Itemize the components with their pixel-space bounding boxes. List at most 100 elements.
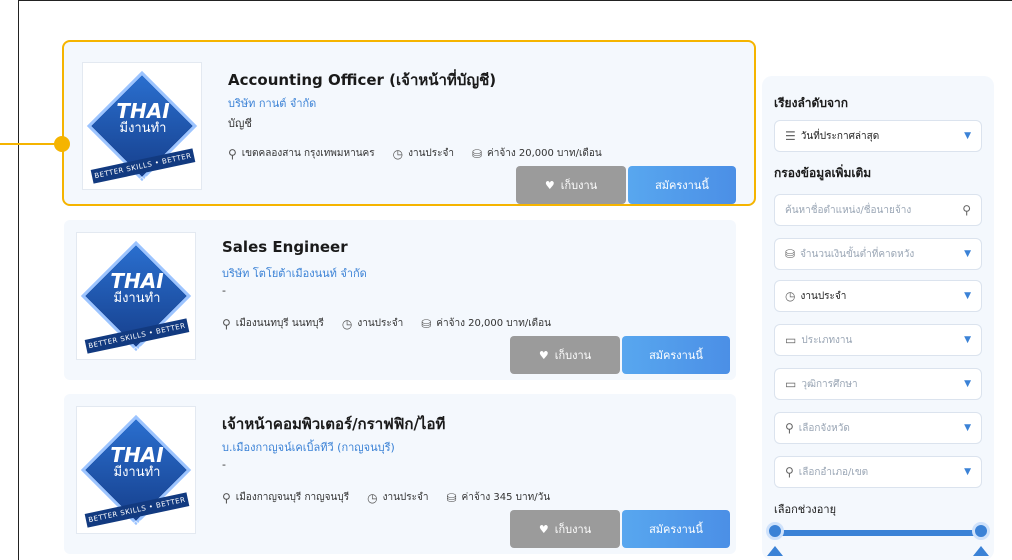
job-card[interactable]: THAI มีงานทำ BETTER SKILLS • BETTER JOBS… <box>62 40 756 206</box>
clock-icon: ◷ <box>785 289 796 303</box>
chevron-down-icon: ▼ <box>964 335 971 345</box>
apply-job-button[interactable]: สมัครงานนี้ <box>622 336 730 374</box>
chevron-down-icon: ▼ <box>964 131 971 141</box>
heart-icon: ♥ <box>538 348 549 362</box>
job-card[interactable]: THAI มีงานทำ BETTER SKILLS • BETTER JOBS… <box>64 394 736 554</box>
search-icon: ⚲ <box>962 203 971 217</box>
company-name[interactable]: บ.เมืองกาญจน์เคเบิ้ลทีวี (กาญจนบุรี) <box>222 438 395 456</box>
heart-icon: ♥ <box>544 178 555 192</box>
company-logo: THAI มีงานทำ BETTER SKILLS • BETTER JOBS <box>82 62 202 190</box>
job-category-placeholder: ประเภทงาน <box>801 334 853 346</box>
logo-line1: THAI <box>116 99 170 123</box>
job-meta: ⚲ เมืองกาญจนบุรี กาญจนบุรี ◷ งานประจำ ⛁ … <box>222 490 550 505</box>
frame-border-left <box>18 0 19 560</box>
money-icon: ⛁ <box>421 316 432 331</box>
logo-line2: มีงานทำ <box>119 121 167 136</box>
job-type-select[interactable]: ◷ งานประจำ ▼ <box>774 280 982 312</box>
money-icon: ⛁ <box>785 247 796 261</box>
age-range-min-marker <box>767 546 783 556</box>
age-range-label: เลือกช่วงอายุ <box>774 503 837 516</box>
company-name[interactable]: บริษัท โตโยต้าเมืองนนท์ จำกัด <box>222 264 367 282</box>
job-title[interactable]: เจ้าหน้าคอมพิวเตอร์/กราฟฟิก/ไอที <box>222 412 445 436</box>
filter-sidebar: เรียงลำดับจาก ☰ วันที่ประกาศล่าสุด ▼ กรอ… <box>762 76 994 560</box>
job-location: เมืองกาญจนบุรี กาญจนบุรี <box>235 492 350 503</box>
apply-job-button[interactable]: สมัครงานนี้ <box>628 166 736 204</box>
job-location: เมืองนนทบุรี นนทบุรี <box>235 318 324 329</box>
save-job-label: เก็บงาน <box>554 523 592 536</box>
job-salary: ค่าจ้าง 345 บาท/วัน <box>461 492 551 503</box>
sort-icon: ☰ <box>785 129 796 143</box>
sort-value: วันที่ประกาศล่าสุด <box>800 130 880 142</box>
location-pin-icon: ⚲ <box>228 146 237 161</box>
district-select[interactable]: ⚲ เลือกอำเภอ/เขต ▼ <box>774 456 982 488</box>
company-logo: THAI มีงานทำ BETTER SKILLS • BETTER JOBS <box>76 232 196 360</box>
district-placeholder: เลือกอำเภอ/เขต <box>798 466 869 478</box>
province-select[interactable]: ⚲ เลือกจังหวัด ▼ <box>774 412 982 444</box>
sort-select[interactable]: ☰ วันที่ประกาศล่าสุด ▼ <box>774 120 982 152</box>
frame-border-top <box>18 0 1012 1</box>
salary-placeholder: จำนวนเงินขั้นต่ำที่คาดหวัง <box>800 248 915 260</box>
job-type: งานประจำ <box>357 318 404 329</box>
location-pin-icon: ⚲ <box>785 465 794 479</box>
clock-icon: ◷ <box>367 490 378 505</box>
money-icon: ⛁ <box>471 146 483 161</box>
search-input[interactable]: ค้นหาชื่อตำแหน่ง/ชื่อนายจ้าง ⚲ <box>774 194 982 226</box>
apply-job-button[interactable]: สมัครงานนี้ <box>622 510 730 548</box>
logo-text: THAI มีงานทำ <box>77 445 197 480</box>
chevron-down-icon: ▼ <box>964 423 971 433</box>
job-type: งานประจำ <box>408 148 454 159</box>
job-category: - <box>222 284 226 297</box>
money-icon: ⛁ <box>446 490 457 505</box>
briefcase-icon: ▭ <box>785 333 797 347</box>
callout-line <box>0 143 62 145</box>
age-range-max-marker <box>973 546 989 556</box>
job-card-inner: THAI มีงานทำ BETTER SKILLS • BETTER JOBS… <box>66 394 738 548</box>
clock-icon: ◷ <box>341 316 353 331</box>
job-category: บัญชี <box>228 117 252 130</box>
filter-label: กรองข้อมูลเพิ่มเติม <box>774 166 872 180</box>
save-job-button[interactable]: ♥ เก็บงาน <box>510 336 620 374</box>
education-select[interactable]: ▭ วุฒิการศึกษา ▼ <box>774 368 982 400</box>
save-job-label: เก็บงาน <box>560 179 598 192</box>
job-meta: ⚲ เมืองนนทบุรี นนทบุรี ◷ งานประจำ ⛁ ค่าจ… <box>222 316 551 331</box>
chevron-down-icon: ▼ <box>964 379 971 389</box>
job-meta: ⚲ เขตคลองสาน กรุงเทพมหานคร ◷ งานประจำ ⛁ … <box>228 146 602 161</box>
job-category-select[interactable]: ▭ ประเภทงาน ▼ <box>774 324 982 356</box>
clock-icon: ◷ <box>392 146 404 161</box>
company-name[interactable]: บริษัท กานต์ จำกัด <box>228 94 316 112</box>
logo-text: THAI มีงานทำ <box>77 271 197 306</box>
salary-select[interactable]: ⛁ จำนวนเงินขั้นต่ำที่คาดหวัง ▼ <box>774 238 982 270</box>
sort-label: เรียงลำดับจาก <box>774 96 848 110</box>
apply-job-label: สมัครงานนี้ <box>649 523 703 536</box>
chevron-down-icon: ▼ <box>964 467 971 477</box>
location-pin-icon: ⚲ <box>222 316 231 331</box>
education-placeholder: วุฒิการศึกษา <box>801 378 858 390</box>
save-job-button[interactable]: ♥ เก็บงาน <box>516 166 626 204</box>
job-salary: ค่าจ้าง 20,000 บาท/เดือน <box>436 318 551 329</box>
logo-line2: มีงานทำ <box>113 291 161 306</box>
age-range-max-handle[interactable] <box>972 522 990 540</box>
job-title[interactable]: Sales Engineer <box>222 238 348 256</box>
chevron-down-icon: ▼ <box>964 291 971 301</box>
job-card-inner: THAI มีงานทำ BETTER SKILLS • BETTER JOBS… <box>66 220 738 374</box>
job-card-inner: THAI มีงานทำ BETTER SKILLS • BETTER JOBS… <box>72 50 744 204</box>
logo-line2: มีงานทำ <box>113 465 161 480</box>
age-range-track[interactable] <box>774 530 984 536</box>
search-placeholder: ค้นหาชื่อตำแหน่ง/ชื่อนายจ้าง <box>785 204 912 216</box>
logo-line1: THAI <box>110 269 164 293</box>
job-category: - <box>222 458 226 471</box>
job-salary: ค่าจ้าง 20,000 บาท/เดือน <box>487 148 602 159</box>
job-card[interactable]: THAI มีงานทำ BETTER SKILLS • BETTER JOBS… <box>64 220 736 380</box>
save-job-button[interactable]: ♥ เก็บงาน <box>510 510 620 548</box>
job-title[interactable]: Accounting Officer (เจ้าหน้าที่บัญชี) <box>228 68 496 92</box>
callout-dot <box>54 136 70 152</box>
age-range-min-handle[interactable] <box>766 522 784 540</box>
job-location: เขตคลองสาน กรุงเทพมหานคร <box>241 148 375 159</box>
education-icon: ▭ <box>785 377 797 391</box>
apply-job-label: สมัครงานนี้ <box>649 349 703 362</box>
company-logo: THAI มีงานทำ BETTER SKILLS • BETTER JOBS <box>76 406 196 534</box>
logo-line1: THAI <box>110 443 164 467</box>
chevron-down-icon: ▼ <box>964 249 971 259</box>
province-placeholder: เลือกจังหวัด <box>798 422 850 434</box>
save-job-label: เก็บงาน <box>554 349 592 362</box>
